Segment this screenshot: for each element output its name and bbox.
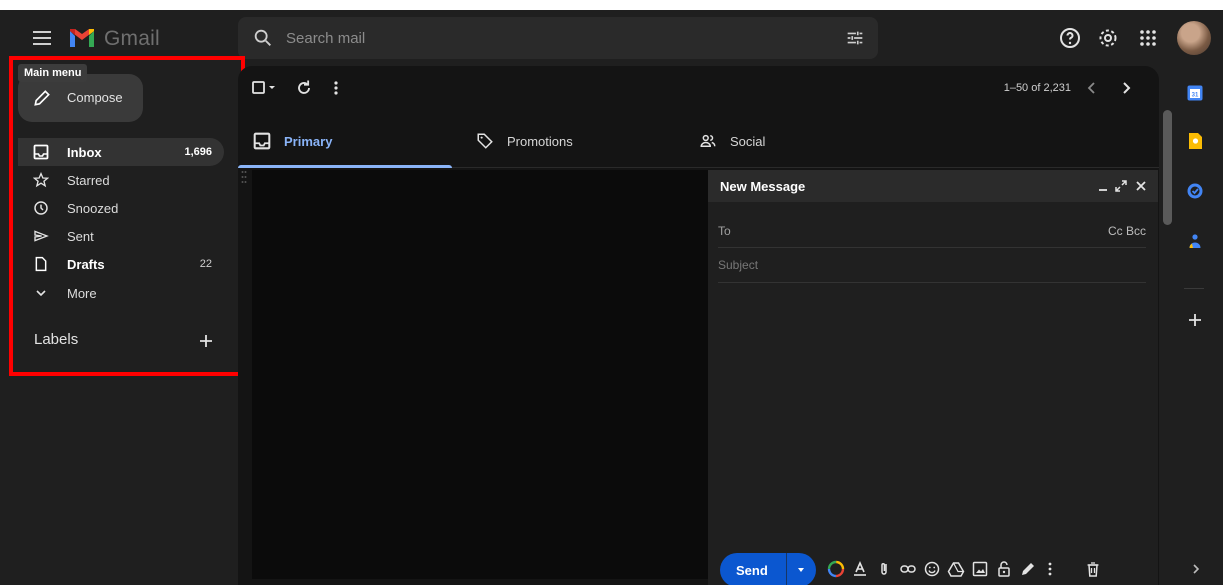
- clock-icon: [33, 200, 49, 216]
- category-tabs: Primary Promotions Social: [238, 112, 1159, 168]
- to-label: To: [718, 224, 731, 238]
- draft-icon: [33, 256, 49, 272]
- tab-social[interactable]: Social: [684, 112, 898, 168]
- sidebar-item-more[interactable]: More: [18, 279, 224, 307]
- sidebar-item-snoozed[interactable]: Snoozed: [18, 194, 224, 222]
- gmail-logo-text: Gmail: [104, 27, 160, 50]
- search-bar[interactable]: [238, 17, 878, 59]
- apps-grid-icon[interactable]: [1136, 26, 1160, 50]
- sidebar-item-label: Inbox: [67, 145, 102, 160]
- sidebar-item-drafts[interactable]: Drafts 22: [18, 250, 224, 278]
- gmail-logo-icon[interactable]: [68, 27, 96, 49]
- chevron-down-icon: [33, 285, 49, 301]
- account-avatar[interactable]: [1177, 21, 1211, 55]
- get-addons-plus-icon[interactable]: [1186, 311, 1204, 329]
- confidential-lock-icon[interactable]: [995, 560, 1013, 578]
- hamburger-menu-icon[interactable]: [30, 26, 54, 50]
- send-icon: [33, 228, 49, 244]
- gmail-app: Gmail Search mail Compose Main menu Inbo…: [0, 10, 1223, 585]
- close-icon[interactable]: [1134, 179, 1148, 193]
- show-side-panel-chevron-right-icon[interactable]: [1189, 562, 1207, 580]
- send-label: Send: [736, 563, 768, 578]
- add-label-plus-icon[interactable]: [197, 332, 215, 350]
- next-page-chevron-right-icon[interactable]: [1116, 78, 1136, 98]
- labels-heading: Labels: [34, 331, 79, 348]
- refresh-icon[interactable]: [294, 78, 314, 98]
- active-tab-indicator: [238, 165, 452, 168]
- select-checkbox-icon[interactable]: [252, 78, 278, 98]
- sidebar-item-label: Drafts: [67, 257, 105, 272]
- star-icon: [33, 172, 49, 188]
- keep-notes-icon[interactable]: [1186, 132, 1204, 150]
- sidebar-item-label: Snoozed: [67, 201, 119, 216]
- inbox-icon: [33, 144, 49, 160]
- discard-trash-icon[interactable]: [1084, 560, 1102, 578]
- sidebar-item-count: 1,696: [184, 146, 212, 158]
- people-icon: [699, 132, 717, 150]
- emoji-smiley-icon[interactable]: [923, 560, 941, 578]
- search-options-icon[interactable]: [844, 27, 866, 49]
- tab-label: Social: [730, 134, 766, 149]
- search-input[interactable]: [286, 17, 806, 59]
- new-message-window: New Message To Cc Bcc Send: [708, 170, 1158, 585]
- tab-promotions[interactable]: Promotions: [461, 112, 675, 168]
- sidebar-item-count: 22: [199, 258, 212, 270]
- tab-label: Promotions: [507, 134, 573, 149]
- top-header: Gmail: [0, 10, 1223, 66]
- tasks-icon[interactable]: [1186, 182, 1204, 200]
- previous-page-chevron-left-icon[interactable]: [1082, 78, 1102, 98]
- svg-text:31: 31: [1192, 93, 1199, 99]
- signature-pen-icon[interactable]: [1019, 560, 1037, 578]
- attach-paperclip-icon[interactable]: [875, 560, 893, 578]
- tag-icon: [476, 132, 494, 150]
- sidebar-item-label: More: [67, 286, 97, 301]
- help-icon[interactable]: [1058, 26, 1082, 50]
- new-message-header[interactable]: New Message: [708, 170, 1158, 202]
- expand-fullscreen-icon[interactable]: [1114, 179, 1128, 193]
- email-list-area: [252, 170, 708, 579]
- send-button[interactable]: Send: [720, 553, 816, 585]
- cc-bcc-toggle[interactable]: Cc Bcc: [1108, 224, 1146, 238]
- side-rail-divider: [1184, 288, 1204, 289]
- inbox-icon: [253, 132, 271, 150]
- insert-photo-icon[interactable]: [971, 560, 989, 578]
- subject-input[interactable]: [718, 248, 1078, 282]
- vertical-scrollbar[interactable]: [1163, 110, 1172, 225]
- google-drive-icon[interactable]: [947, 560, 965, 578]
- search-icon[interactable]: [252, 27, 274, 49]
- insert-link-icon[interactable]: [899, 560, 917, 578]
- pagination-range: 1–50 of 2,231: [1003, 82, 1071, 94]
- sidebar-item-starred[interactable]: Starred: [18, 166, 224, 194]
- calendar-icon[interactable]: 31: [1186, 84, 1204, 102]
- contacts-icon[interactable]: [1186, 232, 1204, 250]
- new-message-title: New Message: [720, 179, 806, 194]
- sidebar-item-inbox[interactable]: Inbox 1,696: [18, 138, 224, 166]
- subject-field-row[interactable]: [718, 248, 1146, 283]
- sidebar-item-label: Starred: [67, 173, 110, 188]
- send-separator: [786, 553, 787, 585]
- tab-primary[interactable]: Primary: [238, 112, 452, 168]
- more-vert-icon[interactable]: [326, 78, 346, 98]
- tab-label: Primary: [284, 134, 333, 149]
- send-options-dropdown-icon[interactable]: [796, 565, 806, 575]
- text-formatting-icon[interactable]: [851, 560, 869, 578]
- pencil-icon: [32, 88, 52, 108]
- color-palette-icon[interactable]: [827, 560, 845, 578]
- minimize-icon[interactable]: [1096, 179, 1110, 193]
- compose-label: Compose: [67, 90, 123, 105]
- more-options-vert-icon[interactable]: [1041, 560, 1059, 578]
- sidebar-item-sent[interactable]: Sent: [18, 222, 224, 250]
- sidebar-item-label: Sent: [67, 229, 94, 244]
- to-field-row[interactable]: To Cc Bcc: [718, 213, 1146, 248]
- main-menu-tooltip: Main menu: [18, 64, 88, 82]
- drag-handle-icon[interactable]: [241, 170, 247, 184]
- settings-gear-icon[interactable]: [1096, 26, 1120, 50]
- mail-toolbar: 1–50 of 2,231: [238, 66, 1159, 110]
